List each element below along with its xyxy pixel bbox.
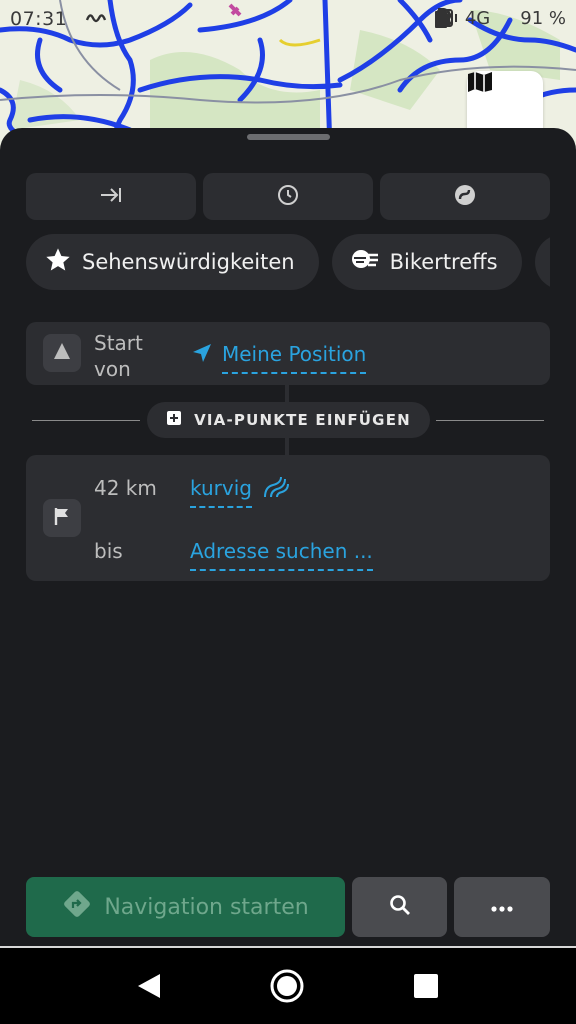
- recents-button[interactable]: [413, 973, 439, 1003]
- start-position-link[interactable]: Meine Position: [222, 342, 367, 374]
- route-mode-buttons: [26, 173, 550, 220]
- route-type-link[interactable]: kurvig: [190, 476, 252, 508]
- status-bar: 07:31 4G 91 %: [0, 0, 576, 40]
- chip-biker-meetups[interactable]: Bikertreffs: [331, 234, 522, 290]
- home-button[interactable]: [269, 968, 305, 1008]
- clock-icon: [277, 184, 299, 210]
- poi-chips: Sehenswürdigkeiten Bikertreffs: [26, 234, 550, 290]
- location-arrow-icon: [191, 342, 213, 368]
- start-marker: [43, 334, 81, 372]
- destination-address-field[interactable]: Adresse suchen ...: [190, 539, 373, 571]
- fastest-route-button[interactable]: [26, 173, 196, 220]
- chip-label: Bikertreffs: [389, 250, 498, 274]
- destination-marker: [43, 499, 81, 537]
- curvy-road-icon: [262, 475, 290, 503]
- turn-diamond-icon: [62, 889, 92, 925]
- biker-icon: [350, 247, 380, 278]
- start-card[interactable]: Start von Meine Position: [26, 322, 550, 385]
- system-navigation-bar: [0, 946, 576, 1024]
- start-label: Start von: [94, 330, 143, 382]
- drag-handle[interactable]: [247, 134, 330, 140]
- navigation-arrow-icon: [52, 341, 72, 365]
- route-connector-top: [285, 385, 289, 402]
- start-navigation-label: Navigation starten: [104, 894, 309, 920]
- more-options-button[interactable]: [454, 877, 550, 937]
- network-label: 4G: [464, 8, 491, 29]
- flag-icon: [52, 506, 72, 530]
- curvy-road-icon: [453, 183, 477, 211]
- search-icon: [388, 893, 412, 921]
- via-label: VIA-PUNKTE EINFÜGEN: [194, 411, 411, 429]
- plus-box-icon: [166, 410, 182, 430]
- chip-sights[interactable]: Sehenswürdigkeiten: [26, 234, 319, 290]
- battery-percent: 91 %: [520, 8, 566, 29]
- divider: [436, 420, 544, 421]
- start-label-line1: Start: [94, 331, 143, 355]
- more-dots-icon: [490, 898, 514, 917]
- start-label-line2: von: [94, 357, 131, 381]
- route-connector-bottom: [285, 438, 289, 455]
- arrow-to-end-icon: [99, 186, 123, 208]
- star-icon: [44, 246, 72, 279]
- add-via-points-button[interactable]: VIA-PUNKTE EINFÜGEN: [147, 402, 430, 438]
- divider: [32, 420, 140, 421]
- via-row: VIA-PUNKTE EINFÜGEN: [32, 402, 544, 438]
- destination-label: bis: [94, 539, 123, 563]
- status-time: 07:31: [10, 8, 68, 30]
- route-distance: 42 km: [94, 476, 157, 500]
- chip-more[interactable]: [534, 234, 550, 290]
- route-planner-sheet: Sehenswürdigkeiten Bikertreffs Start von: [0, 128, 576, 946]
- shortest-time-button[interactable]: [203, 173, 373, 220]
- curvy-route-button[interactable]: [380, 173, 550, 220]
- back-button[interactable]: [136, 972, 162, 1004]
- action-bar: Navigation starten: [26, 877, 550, 937]
- start-navigation-button[interactable]: Navigation starten: [26, 877, 345, 937]
- search-button[interactable]: [352, 877, 447, 937]
- chip-label: Sehenswürdigkeiten: [82, 250, 295, 274]
- destination-card: 42 km kurvig bis Adresse suchen ...: [26, 455, 550, 581]
